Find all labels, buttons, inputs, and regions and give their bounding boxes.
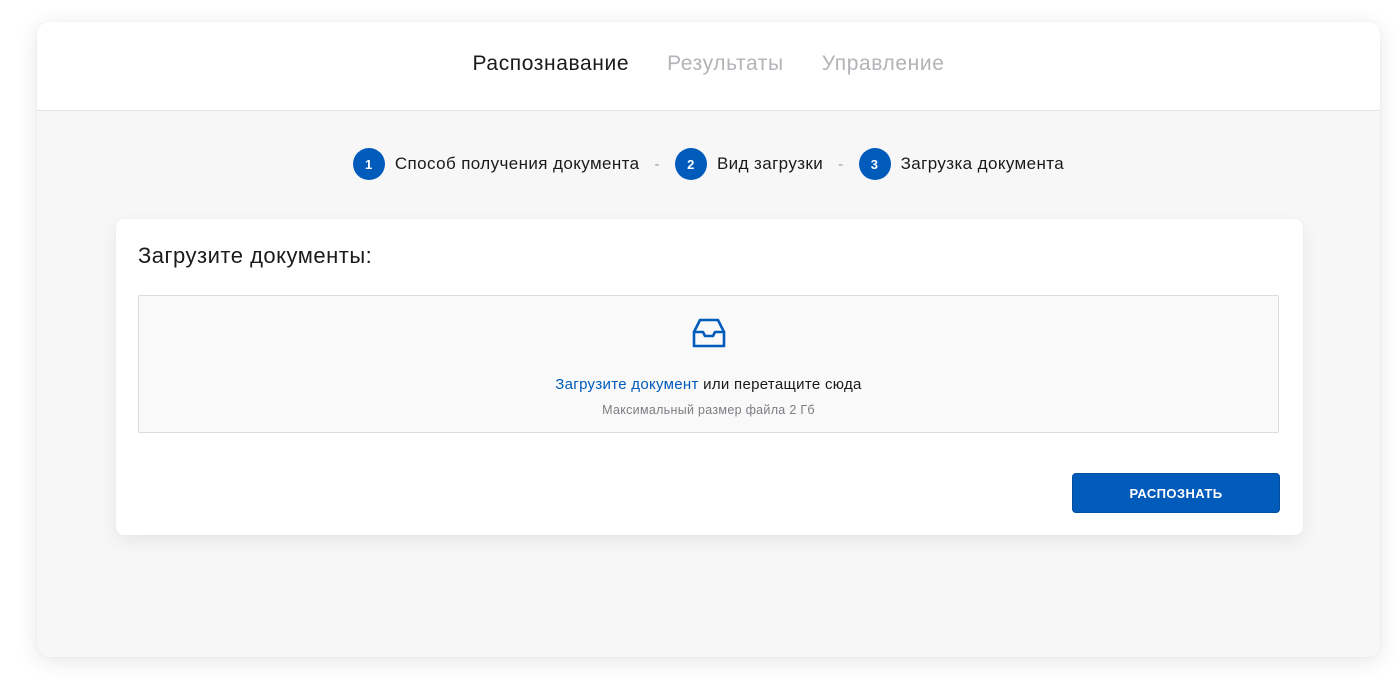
step-label: Загрузка документа [900,154,1065,173]
top-navigation: Распознавание Результаты Управление [37,22,1380,111]
stepper: 1 Способ получения документа - 2 Вид заг… [37,148,1380,180]
step-separator: - [838,155,844,173]
dropzone-text: Загрузите документ или перетащите сюда [139,376,1278,393]
step-3: 3 Загрузка документа [858,148,1065,180]
step-label: Вид загрузки [716,154,824,173]
file-dropzone[interactable]: Загрузите документ или перетащите сюда М… [138,295,1279,433]
nav-tabs: Распознавание Результаты Управление [37,52,1380,76]
step-number: 1 [352,148,385,180]
tab-results[interactable]: Результаты [667,52,784,76]
step-1: 1 Способ получения документа [352,148,640,180]
step-number: 3 [858,148,891,180]
upload-document-link[interactable]: Загрузите документ [555,376,698,393]
app-window: Распознавание Результаты Управление 1 Сп… [37,22,1380,657]
upload-title: Загрузите документы: [138,243,373,268]
step-number: 2 [674,148,707,180]
step-separator: - [654,155,660,173]
tab-recognition[interactable]: Распознавание [473,52,630,76]
drag-here-text: или перетащите сюда [698,376,862,393]
recognize-button[interactable]: РАСПОЗНАТЬ [1072,473,1280,513]
step-2: 2 Вид загрузки [674,148,824,180]
tab-management[interactable]: Управление [822,52,945,76]
inbox-icon [692,318,726,348]
upload-card: Загрузите документы: Загрузите документ … [116,219,1303,535]
step-label: Способ получения документа [394,154,640,173]
max-file-size-hint: Максимальный размер файла 2 Гб [602,403,815,417]
